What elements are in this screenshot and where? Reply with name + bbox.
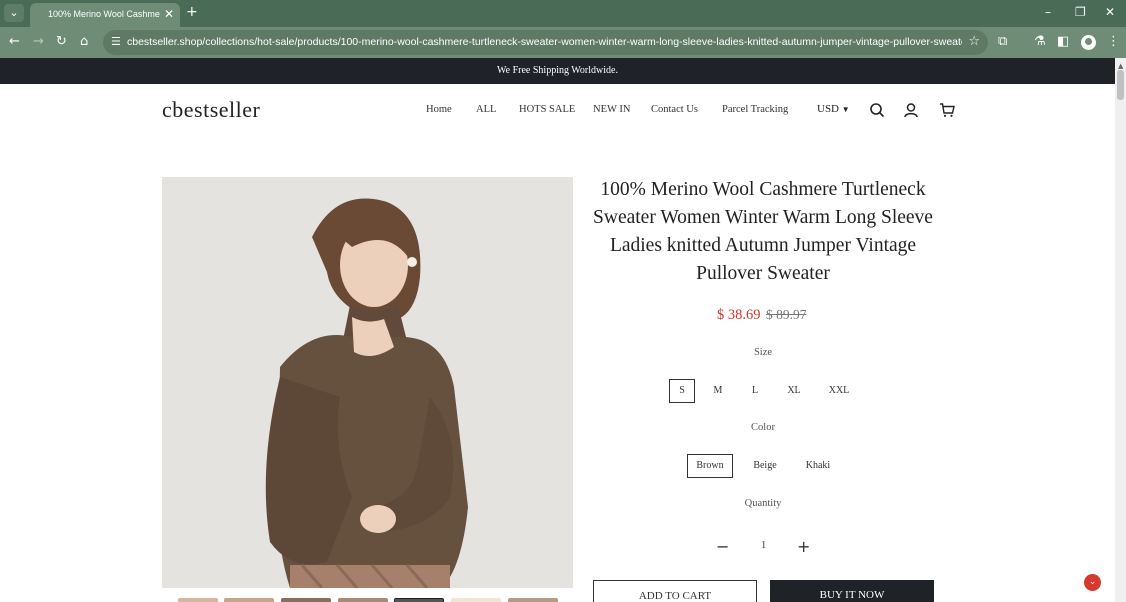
search-icon[interactable] [869, 102, 885, 118]
restore-icon[interactable]: ❐ [1075, 5, 1086, 19]
nav-all[interactable]: ALL [476, 104, 496, 115]
tab-title: 100% Merino Wool Cashmere T [48, 9, 160, 19]
size-label: Size [753, 347, 773, 358]
size-option-m[interactable]: M [705, 379, 731, 403]
add-to-cart-button[interactable]: ADD TO CART [593, 580, 757, 602]
quantity-label: Quantity [744, 498, 782, 509]
nav-hots-sale[interactable]: HOTS SALE [519, 104, 575, 115]
thumbnail-7[interactable] [508, 598, 558, 602]
bookmark-star-icon[interactable]: ☆ [968, 34, 980, 49]
address-bar[interactable]: ☰ cbestseller.shop/collections/hot-sale/… [103, 30, 988, 55]
quantity-decrease-icon[interactable]: − [716, 537, 729, 556]
nav-parcel-tracking[interactable]: Parcel Tracking [722, 104, 788, 115]
color-option-brown[interactable]: Brown [687, 454, 733, 478]
currency-value: USD [817, 103, 840, 115]
currency-selector[interactable]: USD ▼ [817, 103, 850, 115]
account-icon[interactable] [903, 102, 919, 118]
color-option-khaki[interactable]: Khaki [797, 454, 839, 478]
forward-icon[interactable]: → [33, 34, 44, 49]
quantity-value[interactable]: 1 [761, 540, 766, 551]
product-title: 100% Merino Wool Cashmere Turtleneck Swe… [593, 179, 933, 284]
scroll-up-icon[interactable]: ▲ [1118, 62, 1123, 70]
minimize-icon[interactable]: – [1045, 5, 1051, 19]
thumbnail-5[interactable] [394, 598, 444, 602]
color-option-beige[interactable]: Beige [743, 454, 787, 478]
product-photo [162, 177, 573, 588]
size-option-xl[interactable]: XL [779, 379, 809, 403]
size-option-l[interactable]: L [742, 379, 768, 403]
browser-toolbar: ← → ↻ ⌂ ☰ cbestseller.shop/collections/h… [0, 27, 1126, 58]
url-text[interactable]: cbestseller.shop/collections/hot-sale/pr… [127, 36, 962, 48]
color-label: Color [751, 422, 775, 433]
thumbnail-1[interactable] [178, 598, 218, 602]
compare-price: $ 89.97 [766, 307, 807, 322]
thumbnail-4[interactable] [338, 598, 388, 602]
site-logo[interactable]: cbestseller [162, 97, 260, 123]
chat-widget-icon[interactable]: ⌄ [1084, 574, 1101, 591]
browser-tab[interactable]: 100% Merino Wool Cashmere T ✕ [30, 3, 180, 27]
thumbnail-2[interactable] [224, 598, 274, 602]
site-info-icon[interactable]: ☰ [111, 35, 121, 48]
browser-menu-icon[interactable]: ⋮ [1107, 34, 1120, 49]
nav-contact-us[interactable]: Contact Us [651, 104, 698, 115]
product-main-image[interactable] [162, 177, 573, 588]
thumbnail-6[interactable] [451, 598, 501, 602]
size-option-s[interactable]: S [669, 379, 695, 403]
back-icon[interactable]: ← [9, 34, 20, 49]
extensions-icon[interactable]: ⧉ [998, 34, 1007, 49]
browser-tab-strip: ⌄ 100% Merino Wool Cashmere T ✕ + – ❐ ✕ [0, 0, 1126, 27]
labs-icon[interactable]: ⚗ [1034, 34, 1046, 49]
tab-search-icon[interactable]: ⌄ [4, 4, 24, 22]
side-panel-icon[interactable]: ◧ [1057, 34, 1069, 49]
window-close-icon[interactable]: ✕ [1105, 5, 1115, 19]
cart-icon[interactable] [939, 102, 955, 118]
nav-new-in[interactable]: NEW IN [593, 104, 630, 115]
home-icon[interactable]: ⌂ [80, 34, 88, 49]
nav-home[interactable]: Home [426, 104, 452, 115]
chevron-down-icon: ▼ [841, 105, 850, 114]
announcement-bar: We Free Shipping Worldwide. [0, 58, 1115, 84]
thumbnail-3[interactable] [281, 598, 331, 602]
reload-icon[interactable]: ↻ [56, 34, 67, 49]
profile-avatar-icon[interactable] [1081, 35, 1096, 50]
buy-it-now-button[interactable]: BUY IT NOW [770, 580, 934, 602]
quantity-increase-icon[interactable]: + [797, 537, 810, 556]
new-tab-icon[interactable]: + [186, 4, 198, 20]
size-option-xxl[interactable]: XXL [822, 379, 856, 403]
tab-close-icon[interactable]: ✕ [164, 7, 174, 21]
scrollbar-thumb[interactable] [1117, 70, 1124, 100]
page-scrollbar[interactable] [1115, 58, 1126, 602]
sale-price: $ 38.69 [717, 307, 761, 323]
